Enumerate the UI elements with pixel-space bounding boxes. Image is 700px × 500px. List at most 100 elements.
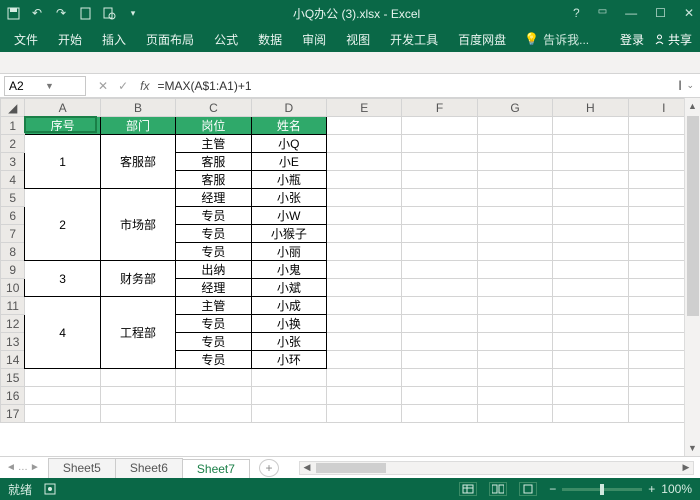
undo-icon[interactable]: ↶	[30, 6, 44, 20]
cell-dept[interactable]: 市场部	[100, 189, 175, 261]
cell[interactable]	[327, 189, 402, 207]
header-cell[interactable]: 岗位	[176, 117, 251, 135]
header-cell[interactable]: 姓名	[251, 117, 326, 135]
cell[interactable]	[477, 207, 552, 225]
cell[interactable]	[477, 279, 552, 297]
cell-job[interactable]: 专员	[176, 243, 251, 261]
formula-input[interactable]	[153, 79, 700, 93]
cell[interactable]	[477, 171, 552, 189]
sheet-nav-prev-icon[interactable]: …	[18, 462, 28, 473]
cell-dept[interactable]: 工程部	[100, 297, 175, 369]
cell[interactable]	[553, 315, 628, 333]
cell[interactable]	[553, 117, 628, 135]
cell[interactable]	[251, 369, 326, 387]
cell[interactable]	[327, 279, 402, 297]
cell[interactable]	[100, 387, 175, 405]
ribbon-tab-1[interactable]: 开始	[48, 26, 92, 52]
cell-job[interactable]: 经理	[176, 189, 251, 207]
cell[interactable]	[327, 315, 402, 333]
zoom-level[interactable]: 100%	[661, 482, 692, 496]
ribbon-tab-5[interactable]: 数据	[248, 26, 292, 52]
cell[interactable]	[477, 405, 552, 423]
cell-job[interactable]: 经理	[176, 279, 251, 297]
ribbon-tab-3[interactable]: 页面布局	[136, 26, 204, 52]
cell-name[interactable]: 小环	[251, 351, 326, 369]
cell[interactable]	[327, 333, 402, 351]
cell[interactable]	[25, 387, 100, 405]
cell-job[interactable]: 主管	[176, 297, 251, 315]
cell[interactable]	[477, 297, 552, 315]
cell[interactable]	[477, 387, 552, 405]
cell[interactable]	[327, 297, 402, 315]
cell-job[interactable]: 专员	[176, 225, 251, 243]
sheet-nav-next-icon[interactable]: ►	[30, 462, 40, 473]
cell[interactable]	[176, 369, 251, 387]
ribbon-tab-0[interactable]: 文件	[4, 26, 48, 52]
row-header-6[interactable]: 6	[1, 207, 25, 225]
zoom-out-button[interactable]: −	[549, 482, 556, 496]
cell-num[interactable]: 2	[25, 189, 100, 261]
print-preview-icon[interactable]	[102, 6, 116, 20]
cell[interactable]	[402, 171, 477, 189]
cell[interactable]	[176, 387, 251, 405]
row-header-11[interactable]: 11	[1, 297, 25, 315]
cell[interactable]	[477, 261, 552, 279]
cell-name[interactable]: 小张	[251, 333, 326, 351]
cell[interactable]	[477, 351, 552, 369]
ribbon-tab-6[interactable]: 审阅	[292, 26, 336, 52]
cell[interactable]	[553, 369, 628, 387]
cell[interactable]	[327, 117, 402, 135]
select-all[interactable]: ◢	[1, 99, 25, 117]
cell-name[interactable]: 小猴子	[251, 225, 326, 243]
cell[interactable]	[402, 279, 477, 297]
cell-name[interactable]: 小换	[251, 315, 326, 333]
col-header-B[interactable]: B	[100, 99, 175, 117]
row-header-16[interactable]: 16	[1, 387, 25, 405]
row-header-9[interactable]: 9	[1, 261, 25, 279]
cell[interactable]	[477, 243, 552, 261]
scroll-left-icon[interactable]: ◀	[300, 462, 314, 473]
new-icon[interactable]	[78, 6, 92, 20]
ribbon-tab-8[interactable]: 开发工具	[380, 26, 448, 52]
cell[interactable]	[553, 171, 628, 189]
cell[interactable]	[553, 405, 628, 423]
enter-formula-icon[interactable]: ✓	[118, 79, 128, 93]
view-layout-icon[interactable]	[489, 482, 507, 496]
cell[interactable]	[553, 351, 628, 369]
cell-name[interactable]: 小W	[251, 207, 326, 225]
cell[interactable]	[100, 405, 175, 423]
cell[interactable]	[176, 405, 251, 423]
zoom-in-button[interactable]: +	[648, 482, 655, 496]
cell[interactable]	[402, 153, 477, 171]
cell[interactable]	[477, 135, 552, 153]
header-cell[interactable]: 部门	[100, 117, 175, 135]
row-header-2[interactable]: 2	[1, 135, 25, 153]
cell-num[interactable]: 3	[25, 261, 100, 297]
ribbon-display-icon[interactable]: ▭	[598, 6, 607, 20]
horizontal-scrollbar[interactable]: ◀ ▶	[299, 461, 694, 475]
cell[interactable]	[327, 261, 402, 279]
col-header-E[interactable]: E	[327, 99, 402, 117]
cell[interactable]	[553, 243, 628, 261]
cell-dept[interactable]: 客服部	[100, 135, 175, 189]
vertical-scrollbar[interactable]: ▲ ▼	[684, 98, 700, 456]
row-header-7[interactable]: 7	[1, 225, 25, 243]
cell-job[interactable]: 专员	[176, 207, 251, 225]
zoom-slider[interactable]	[562, 488, 642, 491]
ribbon-tab-9[interactable]: 百度网盘	[448, 26, 516, 52]
scroll-right-icon[interactable]: ▶	[679, 462, 693, 473]
cell[interactable]	[553, 297, 628, 315]
row-header-17[interactable]: 17	[1, 405, 25, 423]
row-header-13[interactable]: 13	[1, 333, 25, 351]
cell-name[interactable]: 小张	[251, 189, 326, 207]
close-icon[interactable]: ✕	[684, 6, 694, 20]
maximize-icon[interactable]: ☐	[655, 6, 666, 20]
row-header-15[interactable]: 15	[1, 369, 25, 387]
row-header-3[interactable]: 3	[1, 153, 25, 171]
cell-job[interactable]: 客服	[176, 171, 251, 189]
cell-name[interactable]: 小成	[251, 297, 326, 315]
tell-me-label[interactable]: 告诉我...	[543, 31, 589, 48]
cell[interactable]	[477, 369, 552, 387]
minimize-icon[interactable]: —	[625, 6, 637, 20]
ribbon-tab-7[interactable]: 视图	[336, 26, 380, 52]
